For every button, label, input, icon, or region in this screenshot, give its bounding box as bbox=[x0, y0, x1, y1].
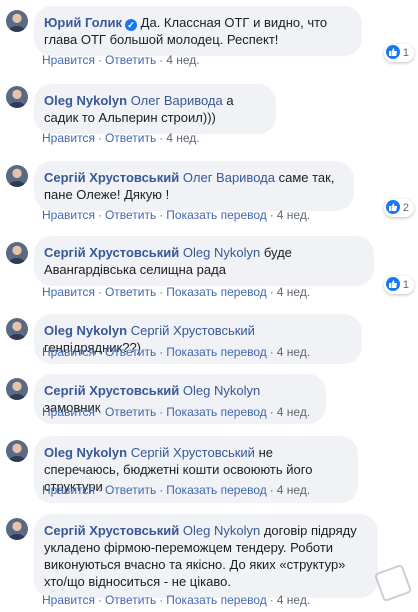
comment-bubble: Сергій Хрустовський Oleg Nykolyn буде Ав… bbox=[34, 236, 374, 286]
like-button[interactable]: Нравится bbox=[42, 285, 95, 299]
comment-mention[interactable]: Сергій Хрустовський bbox=[131, 445, 255, 460]
timestamp[interactable]: 4 нед. bbox=[277, 593, 310, 607]
like-button[interactable]: Нравится bbox=[42, 345, 95, 359]
reaction-count[interactable]: 1 bbox=[383, 276, 414, 294]
timestamp[interactable]: 4 нед. bbox=[277, 345, 310, 359]
comment-mention[interactable]: Сергій Хрустовський bbox=[131, 323, 255, 338]
reply-button[interactable]: Ответить bbox=[105, 405, 156, 419]
comment-author[interactable]: Oleg Nykolyn bbox=[44, 93, 127, 108]
avatar[interactable] bbox=[6, 440, 28, 462]
timestamp[interactable]: 4 нед. bbox=[277, 405, 310, 419]
timestamp[interactable]: 4 нед. bbox=[277, 483, 310, 497]
avatar[interactable] bbox=[6, 378, 28, 400]
comment-author[interactable]: Сергій Хрустовський bbox=[44, 170, 179, 185]
like-button[interactable]: Нравится bbox=[42, 483, 95, 497]
translate-button[interactable]: Показать перевод bbox=[166, 405, 267, 419]
avatar[interactable] bbox=[6, 242, 28, 264]
reply-button[interactable]: Ответить bbox=[105, 345, 156, 359]
reply-button[interactable]: Ответить bbox=[105, 593, 156, 607]
avatar[interactable] bbox=[6, 318, 28, 340]
translate-button[interactable]: Показать перевод bbox=[166, 208, 267, 222]
like-button[interactable]: Нравится bbox=[42, 208, 95, 222]
comment-mention[interactable]: Олег Варивода bbox=[131, 93, 223, 108]
comment-author[interactable]: Oleg Nykolyn bbox=[44, 323, 127, 338]
translate-button[interactable]: Показать перевод bbox=[166, 593, 267, 607]
comment-author[interactable]: Юрий Голик bbox=[44, 15, 122, 30]
like-button[interactable]: Нравится bbox=[42, 405, 95, 419]
comment-bubble: Сергій Хрустовський Олег Варивода саме т… bbox=[34, 161, 354, 211]
comment-bubble: Сергій Хрустовський Oleg Nykolyn договір… bbox=[34, 514, 378, 598]
like-button[interactable]: Нравится bbox=[42, 53, 95, 67]
comment-author[interactable]: Сергій Хрустовський bbox=[44, 383, 179, 398]
comment-mention[interactable]: Oleg Nykolyn bbox=[183, 245, 260, 260]
comment-actions: Нравится · Ответить · Показать перевод · 4 нед… bbox=[42, 593, 311, 607]
reaction-count[interactable]: 2 bbox=[383, 199, 414, 217]
comment-actions: Нравится · Ответить · 4 нед. bbox=[42, 131, 200, 145]
avatar[interactable] bbox=[6, 165, 28, 187]
like-icon bbox=[385, 277, 400, 291]
comment-actions: Нравится · Ответить · Показать перевод · 4 нед… bbox=[42, 405, 311, 419]
avatar[interactable] bbox=[6, 10, 28, 32]
like-button[interactable]: Нравится bbox=[42, 593, 95, 607]
avatar[interactable] bbox=[6, 86, 28, 108]
like-icon bbox=[385, 200, 400, 214]
translate-button[interactable]: Показать перевод bbox=[166, 345, 267, 359]
comment-mention[interactable]: Oleg Nykolyn bbox=[183, 523, 260, 538]
timestamp[interactable]: 4 нед. bbox=[277, 285, 310, 299]
comment-actions: Нравится · Ответить · Показать перевод · 4 нед… bbox=[42, 208, 311, 222]
comment-bubble: Oleg Nykolyn Олег Варивода а садик то Ал… bbox=[34, 84, 276, 134]
translate-button[interactable]: Показать перевод bbox=[166, 285, 267, 299]
verified-badge-icon: ✓ bbox=[125, 19, 138, 31]
comment-author[interactable]: Oleg Nykolyn bbox=[44, 445, 127, 460]
avatar[interactable] bbox=[6, 518, 28, 540]
comment-mention[interactable]: Олег Варивода bbox=[183, 170, 275, 185]
comment-actions: Нравится · Ответить · Показать перевод · 4 нед… bbox=[42, 345, 311, 359]
reply-button[interactable]: Ответить bbox=[105, 53, 156, 67]
timestamp[interactable]: 4 нед. bbox=[166, 53, 199, 67]
reaction-count[interactable]: 1 bbox=[383, 44, 414, 62]
timestamp[interactable]: 4 нед. bbox=[166, 131, 199, 145]
comment-actions: Нравится · Ответить · Показать перевод · 4 нед… bbox=[42, 483, 311, 497]
comment-bubble: Юрий Голик ✓ Да. Классная ОТГ и видно, чт… bbox=[34, 6, 362, 56]
comment-author[interactable]: Сергій Хрустовський bbox=[44, 523, 179, 538]
like-button[interactable]: Нравится bbox=[42, 131, 95, 145]
like-icon bbox=[385, 45, 400, 59]
reply-button[interactable]: Ответить bbox=[105, 285, 156, 299]
watermark-logo-icon bbox=[373, 563, 413, 603]
comment-author[interactable]: Сергій Хрустовський bbox=[44, 245, 179, 260]
reply-button[interactable]: Ответить bbox=[105, 208, 156, 222]
reply-button[interactable]: Ответить bbox=[105, 483, 156, 497]
translate-button[interactable]: Показать перевод bbox=[166, 483, 267, 497]
comment-mention[interactable]: Oleg Nykolyn bbox=[183, 383, 260, 398]
comment-actions: Нравится · Ответить · Показать перевод · 4 нед… bbox=[42, 285, 311, 299]
timestamp[interactable]: 4 нед. bbox=[277, 208, 310, 222]
comment-actions: Нравится · Ответить · 4 нед. bbox=[42, 53, 200, 67]
reply-button[interactable]: Ответить bbox=[105, 131, 156, 145]
